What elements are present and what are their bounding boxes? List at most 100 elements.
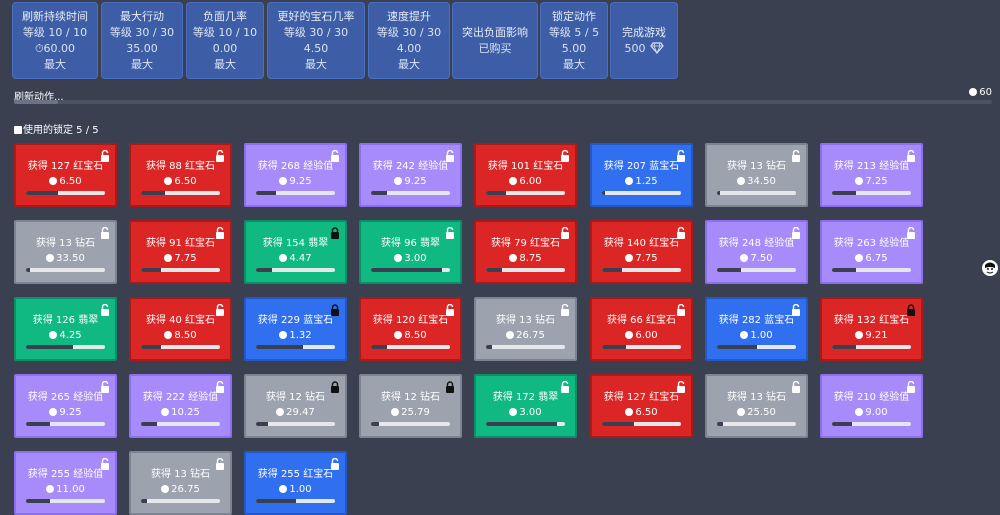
action-time: 1.25 bbox=[592, 176, 691, 187]
action-card[interactable]: 获得 210 经验值 9.00 bbox=[820, 374, 923, 438]
refresh-timer: 60 bbox=[969, 87, 992, 98]
upgrade-negative-chance[interactable]: 负面几率 等级 10 / 10 0.00 最大 bbox=[186, 2, 264, 79]
action-card[interactable]: 获得 222 经验值 10.25 bbox=[129, 374, 232, 438]
lock-open-icon[interactable] bbox=[676, 304, 686, 316]
lock-open-icon[interactable] bbox=[791, 381, 801, 393]
upgrade-highlight-negative[interactable]: 突出负面影响 已购买 bbox=[452, 2, 538, 79]
action-time: 6.50 bbox=[16, 176, 115, 187]
lock-open-icon[interactable] bbox=[676, 381, 686, 393]
lock-open-icon[interactable] bbox=[100, 458, 110, 470]
action-card[interactable]: 获得 66 红宝石 6.00 bbox=[590, 297, 693, 361]
action-card[interactable]: 获得 13 钻石 34.50 bbox=[705, 143, 808, 207]
avatar-icon[interactable] bbox=[982, 259, 998, 277]
lock-open-icon[interactable] bbox=[215, 458, 225, 470]
action-progress-bar bbox=[602, 345, 681, 349]
clock-icon bbox=[855, 331, 864, 339]
action-card[interactable]: 获得 248 经验值 7.50 bbox=[705, 220, 808, 284]
action-card[interactable]: 获得 12 钻石 25.79 bbox=[359, 374, 462, 438]
upgrade-lock-action[interactable]: 锁定动作 等级 5 / 5 5.00 最大 bbox=[540, 2, 608, 79]
lock-open-icon[interactable] bbox=[100, 227, 110, 239]
lock-open-icon[interactable] bbox=[100, 381, 110, 393]
action-time-value: 1.00 bbox=[289, 484, 312, 495]
action-progress-bar bbox=[371, 345, 450, 349]
action-card[interactable]: 获得 154 翡翠 4.47 bbox=[244, 220, 347, 284]
action-time-value: 1.25 bbox=[635, 176, 658, 187]
action-card[interactable]: 获得 88 红宝石 6.50 bbox=[129, 143, 232, 207]
action-card[interactable]: 获得 263 经验值 6.75 bbox=[820, 220, 923, 284]
lock-open-icon[interactable] bbox=[560, 227, 570, 239]
clock-icon bbox=[164, 331, 173, 339]
clock-icon bbox=[625, 177, 634, 185]
action-card[interactable]: 获得 101 红宝石 6.00 bbox=[474, 143, 577, 207]
action-time: 9.25 bbox=[246, 176, 345, 187]
lock-open-icon[interactable] bbox=[100, 150, 110, 162]
lock-open-icon[interactable] bbox=[445, 227, 455, 239]
action-card[interactable]: 获得 13 钻石 26.75 bbox=[129, 451, 232, 515]
action-card[interactable]: 获得 127 红宝石 6.50 bbox=[590, 374, 693, 438]
action-card[interactable]: 获得 79 红宝石 8.75 bbox=[474, 220, 577, 284]
action-card[interactable]: 获得 13 钻石 25.50 bbox=[705, 374, 808, 438]
lock-closed-icon[interactable] bbox=[330, 304, 340, 316]
lock-open-icon[interactable] bbox=[445, 150, 455, 162]
lock-open-icon[interactable] bbox=[560, 381, 570, 393]
lock-open-icon[interactable] bbox=[100, 304, 110, 316]
action-progress-bar bbox=[141, 499, 220, 503]
action-card[interactable]: 获得 91 红宝石 7.75 bbox=[129, 220, 232, 284]
action-card[interactable]: 获得 213 经验值 7.25 bbox=[820, 143, 923, 207]
lock-open-icon[interactable] bbox=[791, 227, 801, 239]
action-card[interactable]: 获得 172 翡翠 3.00 bbox=[474, 374, 577, 438]
action-time-value: 33.50 bbox=[56, 253, 85, 264]
lock-open-icon[interactable] bbox=[215, 150, 225, 162]
lock-open-icon[interactable] bbox=[445, 304, 455, 316]
action-card[interactable]: 获得 120 红宝石 8.50 bbox=[359, 297, 462, 361]
action-card[interactable]: 获得 12 钻石 29.47 bbox=[244, 374, 347, 438]
lock-closed-icon[interactable] bbox=[906, 304, 916, 316]
lock-open-icon[interactable] bbox=[215, 227, 225, 239]
lock-open-icon[interactable] bbox=[676, 227, 686, 239]
lock-closed-icon[interactable] bbox=[330, 227, 340, 239]
lock-open-icon[interactable] bbox=[676, 150, 686, 162]
action-card[interactable]: 获得 13 钻石 33.50 bbox=[14, 220, 117, 284]
clock-icon bbox=[855, 254, 864, 262]
action-card[interactable]: 获得 242 经验值 9.25 bbox=[359, 143, 462, 207]
action-time: 11.00 bbox=[16, 484, 115, 495]
action-card[interactable]: 获得 255 经验值 11.00 bbox=[14, 451, 117, 515]
action-time-value: 26.75 bbox=[171, 484, 200, 495]
lock-open-icon[interactable] bbox=[560, 150, 570, 162]
clock-icon bbox=[969, 88, 978, 96]
action-card[interactable]: 获得 126 翡翠 4.25 bbox=[14, 297, 117, 361]
action-card[interactable]: 获得 132 红宝石 9.21 bbox=[820, 297, 923, 361]
action-card[interactable]: 获得 96 翡翠 3.00 bbox=[359, 220, 462, 284]
action-card[interactable]: 获得 255 红宝石 1.00 bbox=[244, 451, 347, 515]
clock-icon bbox=[161, 485, 170, 493]
lock-open-icon[interactable] bbox=[215, 381, 225, 393]
lock-open-icon[interactable] bbox=[906, 150, 916, 162]
action-card[interactable]: 获得 268 经验值 9.25 bbox=[244, 143, 347, 207]
action-progress-fill bbox=[371, 191, 387, 195]
upgrade-max-actions[interactable]: 最大行动 等级 30 / 30 35.00 最大 bbox=[101, 2, 183, 79]
clock-icon bbox=[46, 485, 55, 493]
lock-open-icon[interactable] bbox=[330, 150, 340, 162]
upgrade-complete-game[interactable]: 完成游戏 500 bbox=[610, 2, 678, 79]
lock-open-icon[interactable] bbox=[906, 227, 916, 239]
lock-open-icon[interactable] bbox=[560, 304, 570, 316]
lock-open-icon[interactable] bbox=[791, 304, 801, 316]
action-card[interactable]: 获得 40 红宝石 8.50 bbox=[129, 297, 232, 361]
upgrade-better-gem-chance[interactable]: 更好的宝石几率 等级 30 / 30 4.50 最大 bbox=[267, 2, 365, 79]
lock-closed-icon[interactable] bbox=[445, 381, 455, 393]
lock-open-icon[interactable] bbox=[330, 458, 340, 470]
action-card[interactable]: 获得 127 红宝石 6.50 bbox=[14, 143, 117, 207]
upgrade-speed[interactable]: 速度提升 等级 30 / 30 4.00 最大 bbox=[368, 2, 450, 79]
action-progress-fill bbox=[141, 345, 161, 349]
action-card[interactable]: 获得 13 钻石 26.75 bbox=[474, 297, 577, 361]
lock-closed-icon[interactable] bbox=[330, 381, 340, 393]
upgrade-refresh-duration[interactable]: 刷新持续时间 等级 10 / 10 ⏱60.00 最大 bbox=[12, 2, 98, 79]
lock-open-icon[interactable] bbox=[791, 150, 801, 162]
action-card[interactable]: 获得 229 蓝宝石 1.32 bbox=[244, 297, 347, 361]
action-card[interactable]: 获得 282 蓝宝石 1.00 bbox=[705, 297, 808, 361]
action-card[interactable]: 获得 265 经验值 9.25 bbox=[14, 374, 117, 438]
action-card[interactable]: 获得 140 红宝石 7.75 bbox=[590, 220, 693, 284]
lock-open-icon[interactable] bbox=[906, 381, 916, 393]
lock-open-icon[interactable] bbox=[215, 304, 225, 316]
action-card[interactable]: 获得 207 蓝宝石 1.25 bbox=[590, 143, 693, 207]
